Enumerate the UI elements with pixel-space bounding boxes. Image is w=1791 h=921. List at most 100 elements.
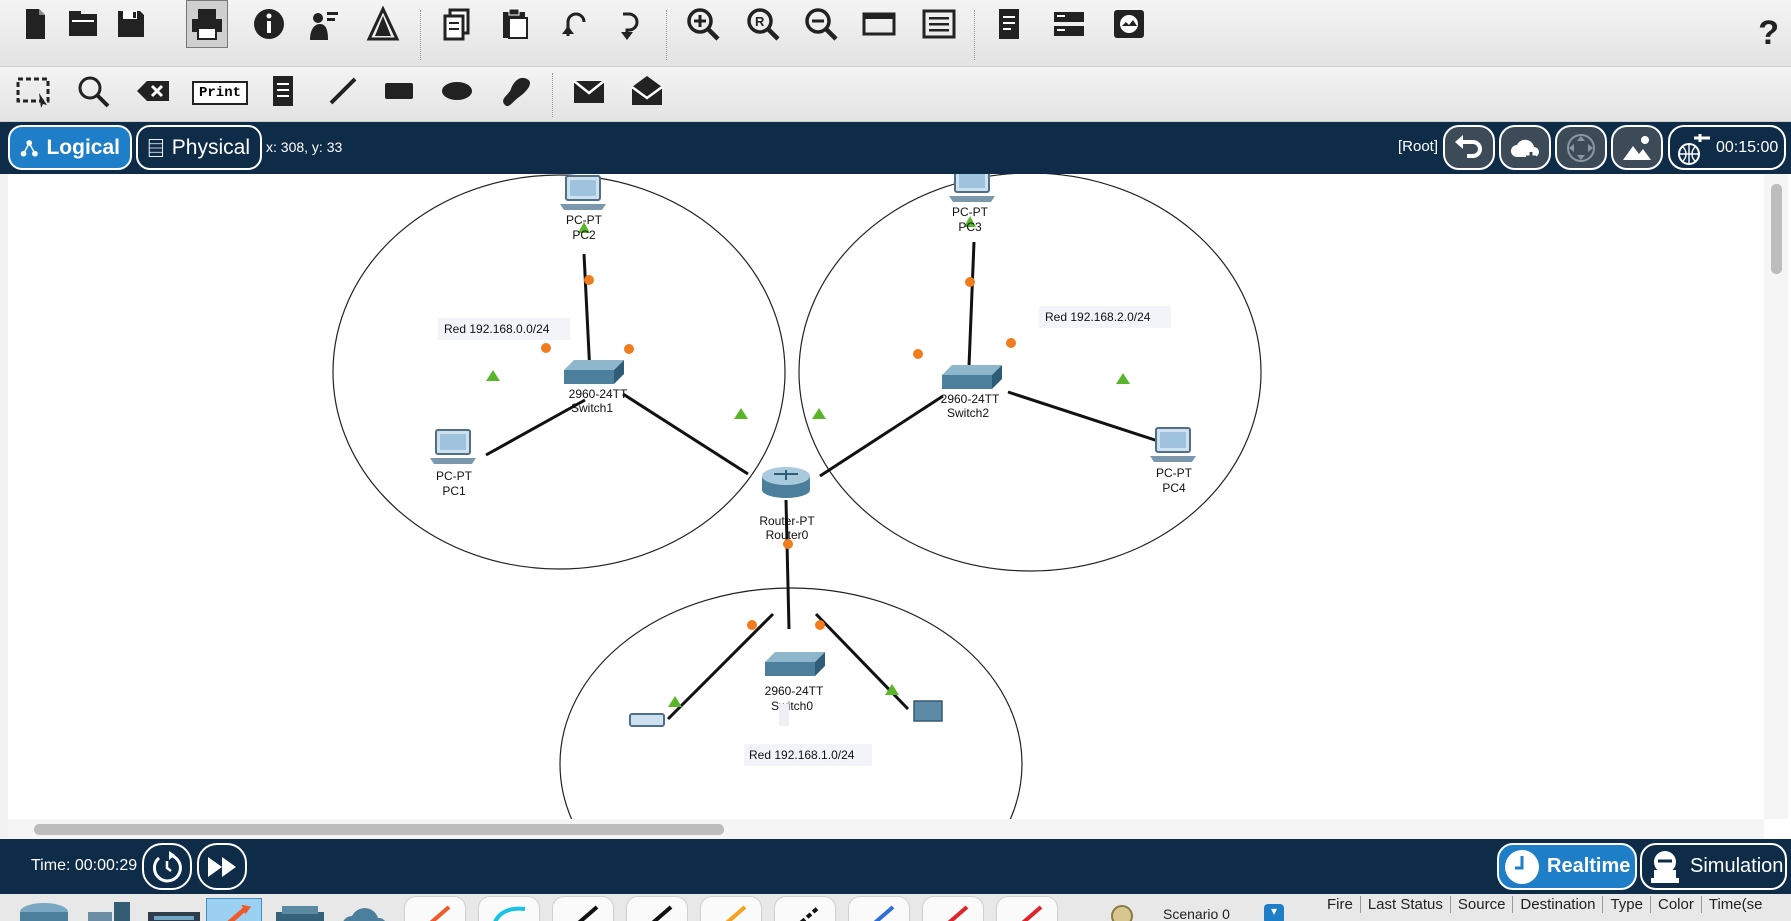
switch-switch2[interactable]: 2960-24TT Switch2 [941,365,1002,420]
tab-logical[interactable]: Logical [8,125,132,170]
cable-copper-straight[interactable] [552,896,614,921]
device-bottom-right-partial[interactable] [913,700,943,722]
cable-coaxial[interactable] [848,896,910,921]
cable-console[interactable] [478,896,540,921]
switch-switch0[interactable]: 2960-24TT Switch0 [765,652,825,713]
line-icon[interactable] [322,67,364,115]
power-cycle-button[interactable] [142,843,192,890]
pdu-col-destination[interactable]: Destination [1513,896,1604,913]
pc-pc3[interactable]: PC-PT PC3 [949,174,995,234]
custom-device-icon[interactable] [362,0,404,48]
print-button[interactable]: Print [192,81,248,105]
cable-copper-cross[interactable] [626,896,688,921]
select-icon[interactable] [12,67,54,115]
set-background-button[interactable] [1611,125,1663,170]
print-icon[interactable] [186,0,228,48]
add-complex-pdu-icon[interactable] [626,67,668,115]
cable-serial-dce[interactable] [922,896,984,921]
multiuser-category-icon[interactable] [336,898,392,921]
link-pc3-switch2[interactable] [967,241,976,367]
viewport-clock-button[interactable]: 00:15:00 [1668,125,1786,170]
note-network-left[interactable]: Red 192.168.0.0/24 [438,318,570,340]
cable-serial-dte[interactable] [996,896,1058,921]
serial-dte-cable-icon [1021,905,1043,921]
scenario-info-icon[interactable] [1106,898,1138,921]
scenario-select[interactable]: Scenario 0 [1163,906,1230,921]
pc-pc4[interactable]: PC-PT PC4 [1150,427,1196,495]
pc-pc1[interactable]: PC-PT PC1 [430,429,476,498]
cable-fiber[interactable] [700,896,762,921]
custom-devices-dialog-icon[interactable] [918,0,960,48]
move-object-button[interactable] [1555,125,1607,170]
paste-icon[interactable] [494,0,536,48]
vertical-scroll-thumb[interactable] [1771,184,1782,274]
zoom-reset-icon[interactable]: R [742,0,784,48]
pc-bottom-left-partial[interactable] [629,713,665,727]
connections-category-icon[interactable] [206,898,262,921]
end-devices-category-icon[interactable] [80,898,136,921]
pdu-col-time[interactable]: Time(se [1702,896,1770,913]
canvas-left-edge [0,174,8,839]
realtime-mode-button[interactable]: Realtime [1497,843,1637,890]
pdu-col-fire[interactable]: Fire [1320,896,1361,913]
image-icon[interactable] [1108,0,1150,48]
note-text: Red 192.168.0.0/24 [444,322,550,336]
link-pc2-switch1[interactable] [582,253,592,375]
inspect-icon[interactable] [72,67,114,115]
components-category-icon[interactable] [146,898,202,921]
info-icon[interactable] [248,0,290,48]
horizontal-scrollbar[interactable] [8,819,1764,839]
zoom-in-icon[interactable] [682,0,724,48]
logical-workspace-canvas[interactable]: PC-PT PC2 PC-PT PC3 PC-PT PC1 PC-PT PC4 … [8,174,1764,819]
horizontal-scroll-thumb[interactable] [34,824,724,835]
miscellaneous-category-icon[interactable] [272,898,328,921]
root-breadcrumb[interactable]: [Root] [1398,138,1438,155]
new-cluster-button[interactable] [1499,125,1551,170]
link-switch2-pc4[interactable] [1007,390,1159,443]
help-button[interactable]: ? [1758,14,1779,53]
fast-forward-button[interactable] [197,843,247,890]
pdu-col-source[interactable]: Source [1451,896,1514,913]
ellipse-icon[interactable] [436,67,478,115]
device-name-label: PC3 [958,220,982,234]
simulation-mode-button[interactable]: Simulation [1640,843,1787,890]
activity-wizard-icon[interactable] [302,0,344,48]
tab-physical[interactable]: Physical [136,125,262,170]
open-icon[interactable] [62,0,104,48]
network-devices-category-icon[interactable] [16,898,72,921]
empty-note[interactable] [779,704,789,726]
link-switch2-router0[interactable] [819,394,944,478]
device-name-label: Switch2 [947,406,989,420]
pdu-col-color[interactable]: Color [1651,896,1702,913]
note-icon[interactable] [262,67,304,115]
add-simple-pdu-icon[interactable] [568,67,610,115]
packet-tracer-window: R ? Print Logical Physical x: 308, y: 33… [0,0,1791,921]
copy-icon[interactable] [436,0,478,48]
scenario-dropdown-arrow[interactable]: ▾ [1264,904,1284,921]
back-button[interactable] [1443,125,1495,170]
note-network-right[interactable]: Red 192.168.2.0/24 [1039,306,1171,328]
vertical-scrollbar[interactable] [1764,174,1788,819]
pc-pc2[interactable]: PC-PT PC2 [560,175,606,242]
new-icon[interactable] [14,0,56,48]
device-icon[interactable] [1048,0,1090,48]
zoom-out-icon[interactable] [800,0,842,48]
cable-automatic[interactable] [404,896,466,921]
drawing-palette-icon[interactable] [858,0,900,48]
pdu-col-type[interactable]: Type [1603,896,1651,913]
save-icon[interactable] [110,0,152,48]
svg-text:R: R [755,14,765,29]
switch-switch1[interactable]: 2960-24TT Switch1 [564,360,628,415]
rectangle-icon[interactable] [378,67,420,115]
pdu-col-last-status[interactable]: Last Status [1361,896,1451,913]
file-icon[interactable] [988,0,1030,48]
redo-icon[interactable] [610,0,652,48]
freeform-icon[interactable] [494,67,536,115]
note-network-bottom[interactable]: Red 192.168.1.0/24 [744,744,872,766]
link-switch0-pc-bottom-left[interactable] [666,612,775,721]
delete-icon[interactable] [132,67,174,115]
cable-phone[interactable] [774,896,836,921]
globe-cable-icon [1678,133,1710,165]
link-switch1-router0[interactable] [622,392,749,476]
undo-icon[interactable] [553,0,595,48]
